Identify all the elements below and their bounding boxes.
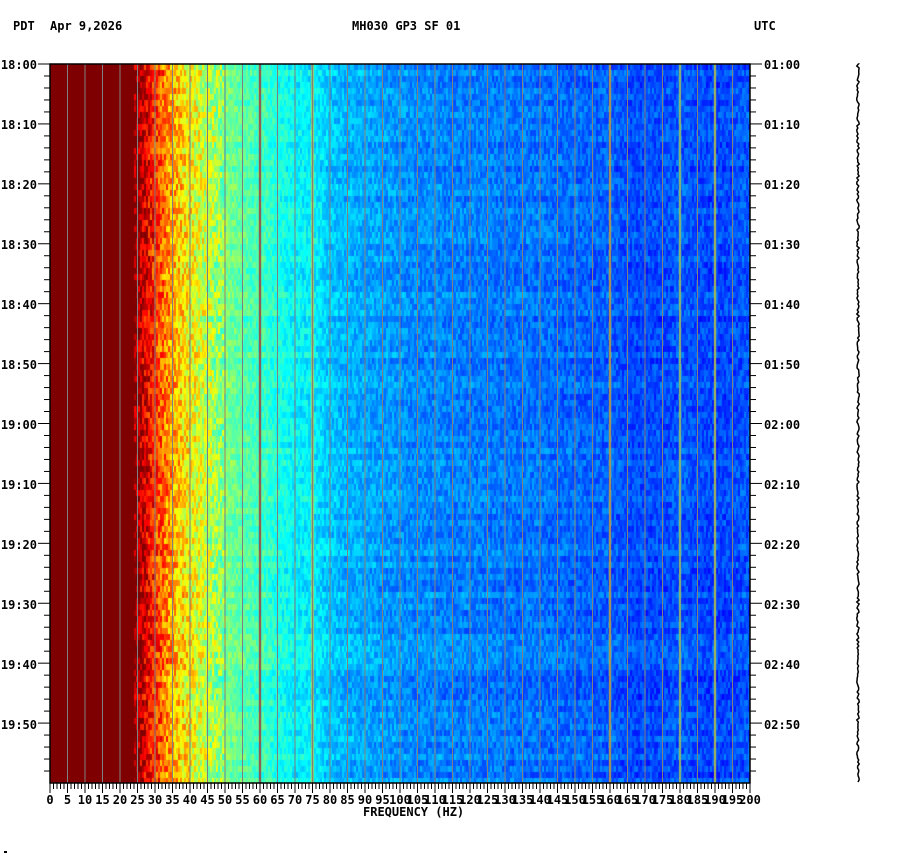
right-time-label: 02:50 — [764, 718, 800, 732]
x-tick-label: 200 — [739, 793, 761, 807]
x-tick-label: 40 — [183, 793, 197, 807]
left-time-label: 18:40 — [1, 298, 37, 312]
x-tick-label: 5 — [64, 793, 71, 807]
right-time-label: 02:30 — [764, 598, 800, 612]
x-tick-label: 50 — [218, 793, 232, 807]
right-time-label: 01:40 — [764, 298, 800, 312]
x-tick-label: 65 — [270, 793, 284, 807]
left-time-label: 18:20 — [1, 178, 37, 192]
x-tick-label: 0 — [46, 793, 53, 807]
x-tick-label: 80 — [323, 793, 337, 807]
left-time-label: 18:30 — [1, 238, 37, 252]
right-time-label: 01:00 — [764, 58, 800, 72]
x-tick-label: 30 — [148, 793, 162, 807]
x-axis-label: FREQUENCY (HZ) — [363, 805, 465, 819]
right-time-label: 02:00 — [764, 418, 800, 432]
x-tick-label: 10 — [78, 793, 92, 807]
left-time-label: 19:40 — [1, 658, 37, 672]
spectrogram-axes: 0 5 10 15 20 25 30 35 40 45 50 55 60 65 70 75 80 85 90 95 10… — [1, 58, 861, 853]
right-time-label: 02:10 — [764, 478, 800, 492]
left-time-label: 18:50 — [1, 358, 37, 372]
right-time-label: 02:40 — [764, 658, 800, 672]
left-time-label: 18:00 — [1, 58, 37, 72]
left-time-label: 19:20 — [1, 538, 37, 552]
right-time-label: 01:20 — [764, 178, 800, 192]
left-time-label: 19:30 — [1, 598, 37, 612]
right-time-label: 01:30 — [764, 238, 800, 252]
right-time-label: 01:10 — [764, 118, 800, 132]
x-tick-label: 75 — [305, 793, 319, 807]
x-tick-label: 15 — [95, 793, 109, 807]
left-time-label: 19:50 — [1, 718, 37, 732]
x-tick-label: 85 — [340, 793, 354, 807]
x-tick-label: 35 — [165, 793, 179, 807]
left-time-label: 18:10 — [1, 118, 37, 132]
x-tick-label: 60 — [253, 793, 267, 807]
right-time-label: 02:20 — [764, 538, 800, 552]
left-time-label: 19:00 — [1, 418, 37, 432]
left-time-label: 19:10 — [1, 478, 37, 492]
corner-mark — [4, 851, 7, 853]
x-tick-label: 45 — [200, 793, 214, 807]
x-tick-label: 20 — [113, 793, 127, 807]
x-tick-label: 55 — [235, 793, 249, 807]
x-tick-label: 70 — [288, 793, 302, 807]
right-time-label: 01:50 — [764, 358, 800, 372]
seismic-trace — [855, 63, 861, 783]
x-tick-label: 25 — [130, 793, 144, 807]
